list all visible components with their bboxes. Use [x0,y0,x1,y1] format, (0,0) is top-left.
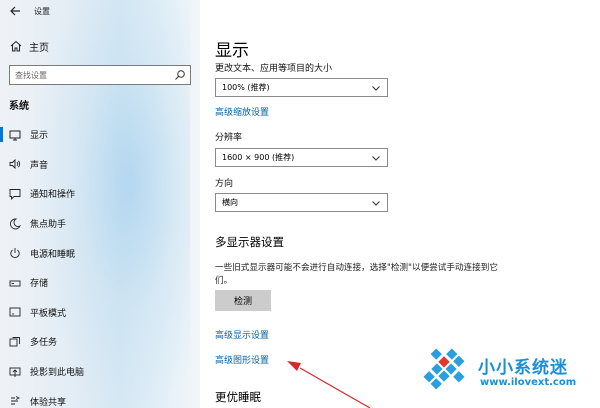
watermark-url: www.ilovext.com [480,377,577,388]
watermark: 小小系统迷 www.ilovext.com [418,345,600,400]
watermark-brand: 小小系统迷 [478,358,568,378]
watermark-logo-icon [423,348,465,390]
